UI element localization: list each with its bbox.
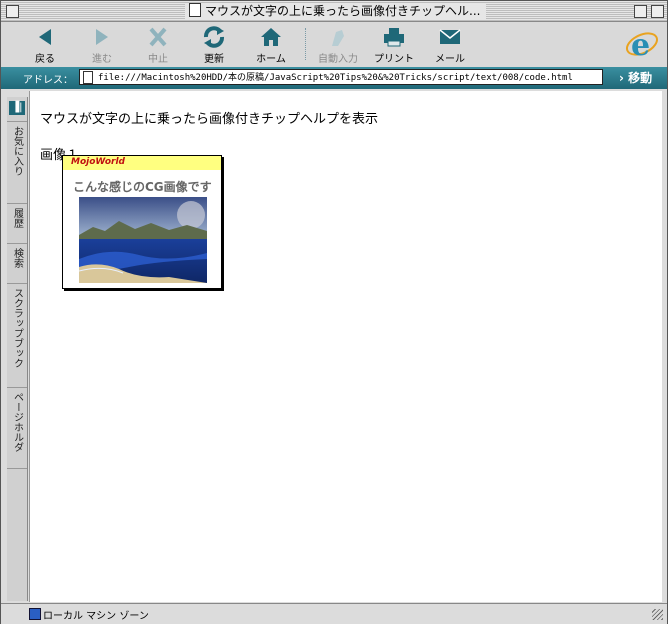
sidebar-tab-history[interactable]: 履歴 [7,203,27,244]
window-title: マウスが文字の上に乗ったら画像付きチップヘル... [205,4,481,18]
tooltip-brand: MojoWorld [71,157,125,167]
refresh-icon [204,26,224,48]
home-icon [261,28,281,46]
print-button[interactable]: プリント [366,24,422,65]
tooltip-caption: こんな感じのCG画像です [73,180,212,194]
internet-explorer-logo-icon[interactable]: e [625,26,659,62]
go-button[interactable]: › 移動 [619,69,652,86]
stop-button-label: 中止 [148,54,168,65]
status-bar: ローカル マシン ゾーン [1,603,667,624]
back-arrow-icon [39,29,51,45]
tooltip-popup: MojoWorld こんな感じのCG画像です [62,155,222,289]
mail-button[interactable]: メール [422,24,478,65]
sidebar-tab-page-holder[interactable]: ページホルダ [7,387,27,469]
sidebar-toggle-icon[interactable]: ▐| [9,101,25,115]
refresh-button[interactable]: 更新 [186,24,242,65]
address-bar: アドレス： file:///Macintosh%20HDD/本の原稿/JavaS… [1,67,667,89]
autofill-button[interactable]: 自動入力 [310,24,366,65]
svg-text:e: e [631,28,650,62]
sidebar-tab-favorites[interactable]: お気に入り [7,121,27,204]
forward-button[interactable]: 進む [74,24,130,65]
security-zone-text: ローカル マシン ゾーン [43,611,149,622]
autofill-icon [332,30,344,46]
title-bar[interactable]: マウスが文字の上に乗ったら画像付きチップヘル... [1,1,667,22]
home-button[interactable]: ホーム [243,24,299,65]
close-box[interactable] [6,5,19,18]
page-heading: マウスが文字の上に乗ったら画像付きチップヘルプを表示 [40,112,379,127]
refresh-button-label: 更新 [204,54,224,65]
toolbar-separator [305,28,307,60]
forward-arrow-icon [96,29,108,45]
stop-x-icon [149,27,167,47]
mail-button-label: メール [435,54,465,65]
sidebar-tab-search[interactable]: 検索 [7,243,27,284]
address-field[interactable]: file:///Macintosh%20HDD/本の原稿/JavaScript%… [79,69,603,85]
sidebar-tab-label: スクラップブック [11,288,23,368]
toolbar: 戻る 進む 中止 更新 ホーム 自動入力 プリント メール e [1,22,667,68]
autofill-button-label: 自動入力 [318,54,358,65]
go-button-label: 移動 [628,71,653,85]
browser-window: マウスが文字の上に乗ったら画像付きチップヘル... 戻る 進む 中止 更新 ホー… [0,0,668,624]
tooltip-header: MojoWorld [63,156,221,170]
printer-icon [384,28,404,47]
print-button-label: プリント [374,54,414,65]
zoom-box[interactable] [634,5,647,18]
collapse-box[interactable] [651,5,664,18]
address-label: アドレス： [23,75,73,86]
cg-landscape-image [79,197,207,283]
sidebar-tab-label: お気に入り [11,126,23,176]
resize-grip-icon[interactable] [652,609,663,620]
go-arrow-icon: › [619,71,624,85]
forward-button-label: 進む [92,54,112,65]
back-button-label: 戻る [35,54,55,65]
explorer-sidebar: ▐| お気に入り 履歴 検索 スクラップブック ページホルダ [7,97,28,601]
home-button-label: ホーム [256,54,286,65]
sidebar-tab-scrapbook[interactable]: スクラップブック [7,283,27,388]
mail-icon [439,29,461,44]
page-document-icon [83,71,93,84]
sidebar-tab-label: 検索 [11,248,23,268]
back-button[interactable]: 戻る [17,24,73,65]
stop-button[interactable]: 中止 [130,24,186,65]
sidebar-tab-label: ページホルダ [11,392,23,452]
sidebar-tab-label: 履歴 [11,208,23,228]
window-title-wrap: マウスが文字の上に乗ったら画像付きチップヘル... [185,3,487,19]
document-icon [189,3,201,17]
local-zone-icon [29,608,41,620]
page-content: マウスが文字の上に乗ったら画像付きチップヘルプを表示 画像１ MojoWorld… [29,91,662,602]
